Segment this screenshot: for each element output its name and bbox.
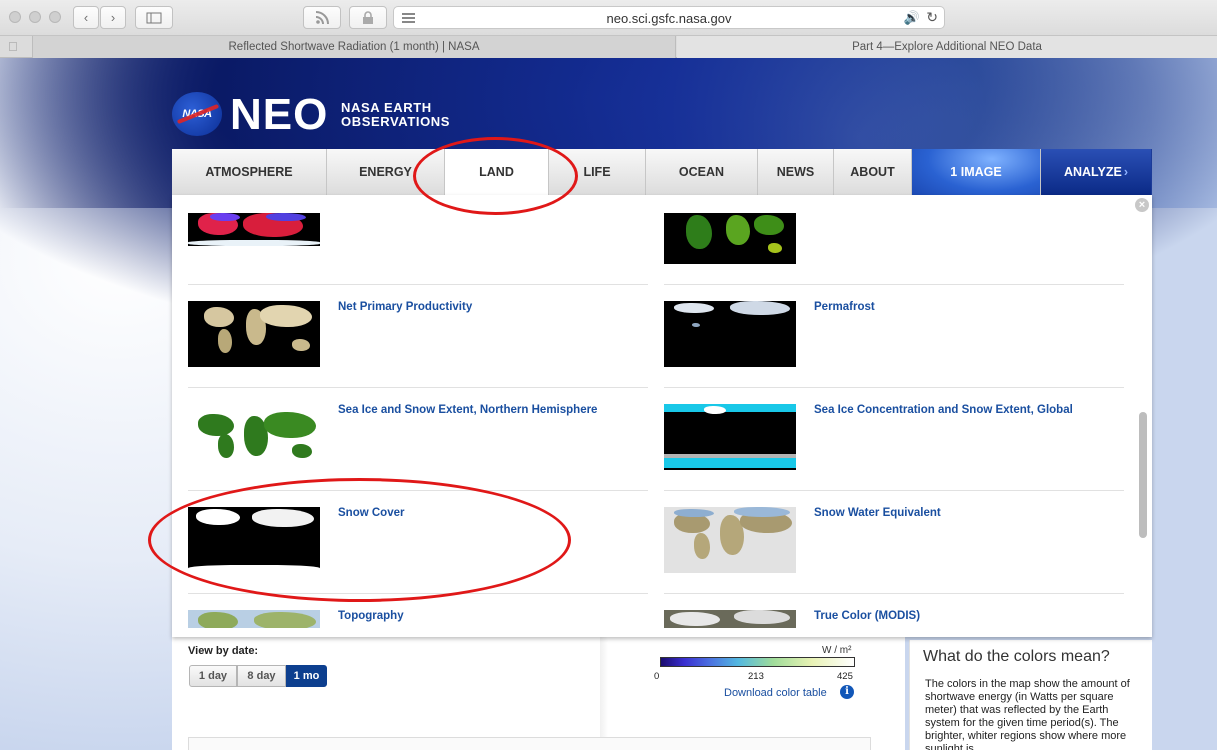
chevron-right-icon: › <box>1123 165 1129 179</box>
color-scale-tick: 0 <box>654 671 660 682</box>
back-button[interactable]: ‹ <box>73 6 99 29</box>
row-divider <box>188 490 648 491</box>
nav-tab-atmosphere[interactable]: ATMOSPHERE <box>172 149 327 195</box>
dataset-thumbnail <box>188 301 320 367</box>
colors-meaning-text: The colors in the map show the amount of… <box>925 678 1130 750</box>
reload-icon[interactable]: ↻ <box>926 9 938 26</box>
tab-strip:  Reflected Shortwave Radiation (1 month… <box>0 36 1217 58</box>
lock-button[interactable] <box>349 6 387 29</box>
neo-subtitle: NASA EARTH OBSERVATIONS <box>341 100 451 129</box>
dataset-item-sea-ice-concentration[interactable]: Sea Ice Concentration and Snow Extent, G… <box>664 404 1124 507</box>
row-divider <box>664 284 1124 285</box>
nav-tab-analyze[interactable]: ANALYZE › <box>1041 149 1152 195</box>
panel-scrollbar[interactable] <box>1139 412 1147 538</box>
nasa-logo[interactable]: NASA <box>172 92 222 136</box>
image-viewer-frame <box>188 737 871 750</box>
nav-tab-news[interactable]: NEWS <box>758 149 834 195</box>
forward-button[interactable]: › <box>100 6 126 29</box>
row-divider <box>188 387 648 388</box>
dataset-item[interactable] <box>188 195 648 282</box>
sidebar-toggle-button[interactable] <box>135 6 173 29</box>
rss-icon <box>315 10 329 24</box>
speaker-icon[interactable]: 🔊 <box>904 10 920 26</box>
minimize-window-button[interactable] <box>29 11 41 23</box>
dataset-item-true-color-modis[interactable]: True Color (MODIS) <box>664 610 1124 637</box>
period-1-month-button[interactable]: 1 mo <box>286 665 327 687</box>
view-by-date-label: View by date: <box>188 645 259 657</box>
neo-logo-text[interactable]: NEO <box>230 92 328 138</box>
color-scale-bar <box>660 657 855 667</box>
color-scale-tick: 213 <box>748 671 764 682</box>
nav-tab-life[interactable]: LIFE <box>549 149 646 195</box>
browser-tab-active[interactable]: Reflected Shortwave Radiation (1 month) … <box>32 36 676 58</box>
color-scale-unit: W / m² <box>822 645 852 656</box>
colors-meaning-title: What do the colors mean? <box>923 648 1110 665</box>
period-8-day-button[interactable]: 8 day <box>237 665 286 687</box>
color-scale-tick: 425 <box>837 671 853 682</box>
land-dataset-menu: × Net Primary Productivity Permafrost Se… <box>172 195 1152 637</box>
dataset-thumbnail <box>664 404 796 470</box>
dataset-item-sea-ice-snow-nh[interactable]: Sea Ice and Snow Extent, Northern Hemisp… <box>188 404 648 507</box>
dataset-thumbnail <box>188 610 320 628</box>
dataset-item-snow-cover[interactable]: Snow Cover <box>188 507 648 610</box>
dataset-thumbnail <box>188 404 320 470</box>
row-divider <box>188 593 648 594</box>
dataset-thumbnail <box>664 507 796 573</box>
nav-tab-about[interactable]: ABOUT <box>834 149 912 195</box>
row-divider <box>664 490 1124 491</box>
lock-icon <box>363 10 373 24</box>
zoom-window-button[interactable] <box>49 11 61 23</box>
nav-tab-ocean[interactable]: OCEAN <box>646 149 758 195</box>
dataset-thumbnail <box>664 213 796 264</box>
dataset-controls: View by date: 1 day 8 day 1 mo W / m² 0 … <box>172 637 905 750</box>
url-text: neo.sci.gsfc.nasa.gov <box>606 11 732 26</box>
dataset-item-net-primary-productivity[interactable]: Net Primary Productivity <box>188 301 648 404</box>
row-divider <box>664 387 1124 388</box>
chevron-left-icon: ‹ <box>83 10 89 25</box>
dataset-item-permafrost[interactable]: Permafrost <box>664 301 1124 404</box>
column-divider <box>600 637 608 750</box>
browser-tab[interactable]: Part 4—Explore Additional NEO Data <box>677 36 1217 58</box>
dataset-thumbnail <box>664 610 796 628</box>
sidebar-icon <box>146 12 162 23</box>
chevron-right-icon: › <box>110 10 116 25</box>
browser-toolbar: ‹ › neo.sci.gsfc.nasa.gov 🔊 ↻ <box>0 0 1217 36</box>
main-nav: ATMOSPHERE ENERGY LAND LIFE OCEAN NEWS A… <box>172 149 1152 195</box>
close-icon[interactable]: × <box>1135 198 1149 212</box>
colors-meaning-sidebar: What do the colors mean? The colors in t… <box>909 640 1152 750</box>
dataset-thumbnail <box>188 213 320 246</box>
address-bar[interactable]: neo.sci.gsfc.nasa.gov 🔊 ↻ <box>393 6 945 29</box>
rss-button[interactable] <box>303 6 341 29</box>
nav-tab-energy[interactable]: ENERGY <box>327 149 445 195</box>
info-icon[interactable]: i <box>840 685 854 699</box>
nav-tab-one-image[interactable]: 1 IMAGE <box>912 149 1041 195</box>
download-color-table-link[interactable]: Download color table <box>724 687 827 699</box>
period-1-day-button[interactable]: 1 day <box>189 665 237 687</box>
row-divider <box>664 593 1124 594</box>
apple-icon:  <box>8 39 18 54</box>
nav-tab-land[interactable]: LAND <box>445 149 549 195</box>
dataset-item-snow-water-equivalent[interactable]: Snow Water Equivalent <box>664 507 1124 610</box>
close-window-button[interactable] <box>9 11 21 23</box>
row-divider <box>188 284 648 285</box>
dataset-thumbnail <box>188 507 320 573</box>
dataset-item-topography[interactable]: Topography <box>188 610 648 637</box>
dataset-thumbnail <box>664 301 796 367</box>
dataset-item[interactable] <box>664 195 1124 282</box>
